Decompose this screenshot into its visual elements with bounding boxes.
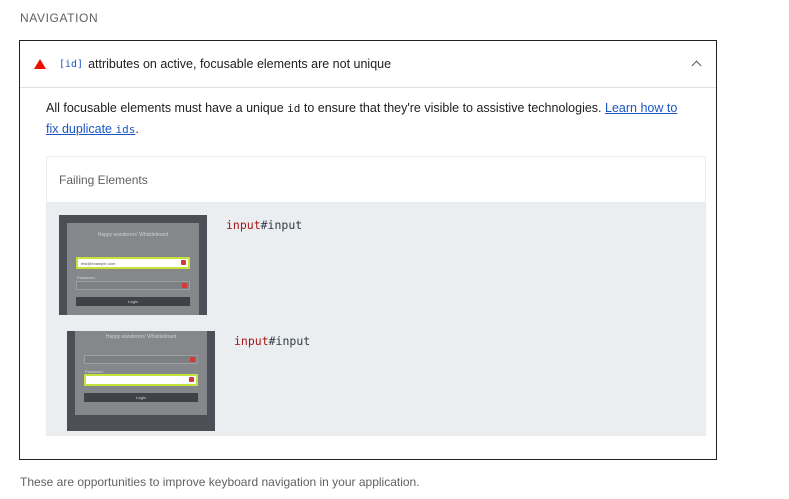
- desc-end: .: [135, 122, 139, 136]
- fail-triangle-icon: [34, 59, 46, 69]
- audit-item: [id] attributes on active, focusable ele…: [19, 40, 717, 460]
- desc-code: id: [287, 102, 301, 115]
- failing-elements-body: Happy wanderers' Whistleboard test@examp…: [47, 203, 705, 435]
- audit-description: All focusable elements must have a uniqu…: [46, 98, 686, 140]
- audit-header[interactable]: [id] attributes on active, focusable ele…: [20, 41, 716, 88]
- audit-id-code: [id]: [59, 58, 84, 70]
- desc-text: All focusable elements must have a uniqu…: [46, 101, 288, 115]
- section-footer-text: These are opportunities to improve keybo…: [20, 475, 420, 489]
- audit-title: attributes on active, focusable elements…: [88, 57, 392, 71]
- failing-elements-table: Failing Elements Happy wanderers' Whistl…: [46, 156, 706, 436]
- chevron-up-icon[interactable]: [690, 58, 702, 70]
- node-selector: input#input: [234, 334, 311, 348]
- section-title: NAVIGATION: [20, 11, 99, 25]
- failing-elements-header: Failing Elements: [47, 157, 705, 203]
- element-screenshot: Happy wanderers' Whistleboard test@examp…: [59, 215, 207, 315]
- node-selector: input#input: [226, 218, 303, 232]
- element-screenshot: Happy wanderers' Whistleboard Password L…: [67, 331, 215, 431]
- desc-text-2: to ensure that they're visible to assist…: [300, 101, 606, 115]
